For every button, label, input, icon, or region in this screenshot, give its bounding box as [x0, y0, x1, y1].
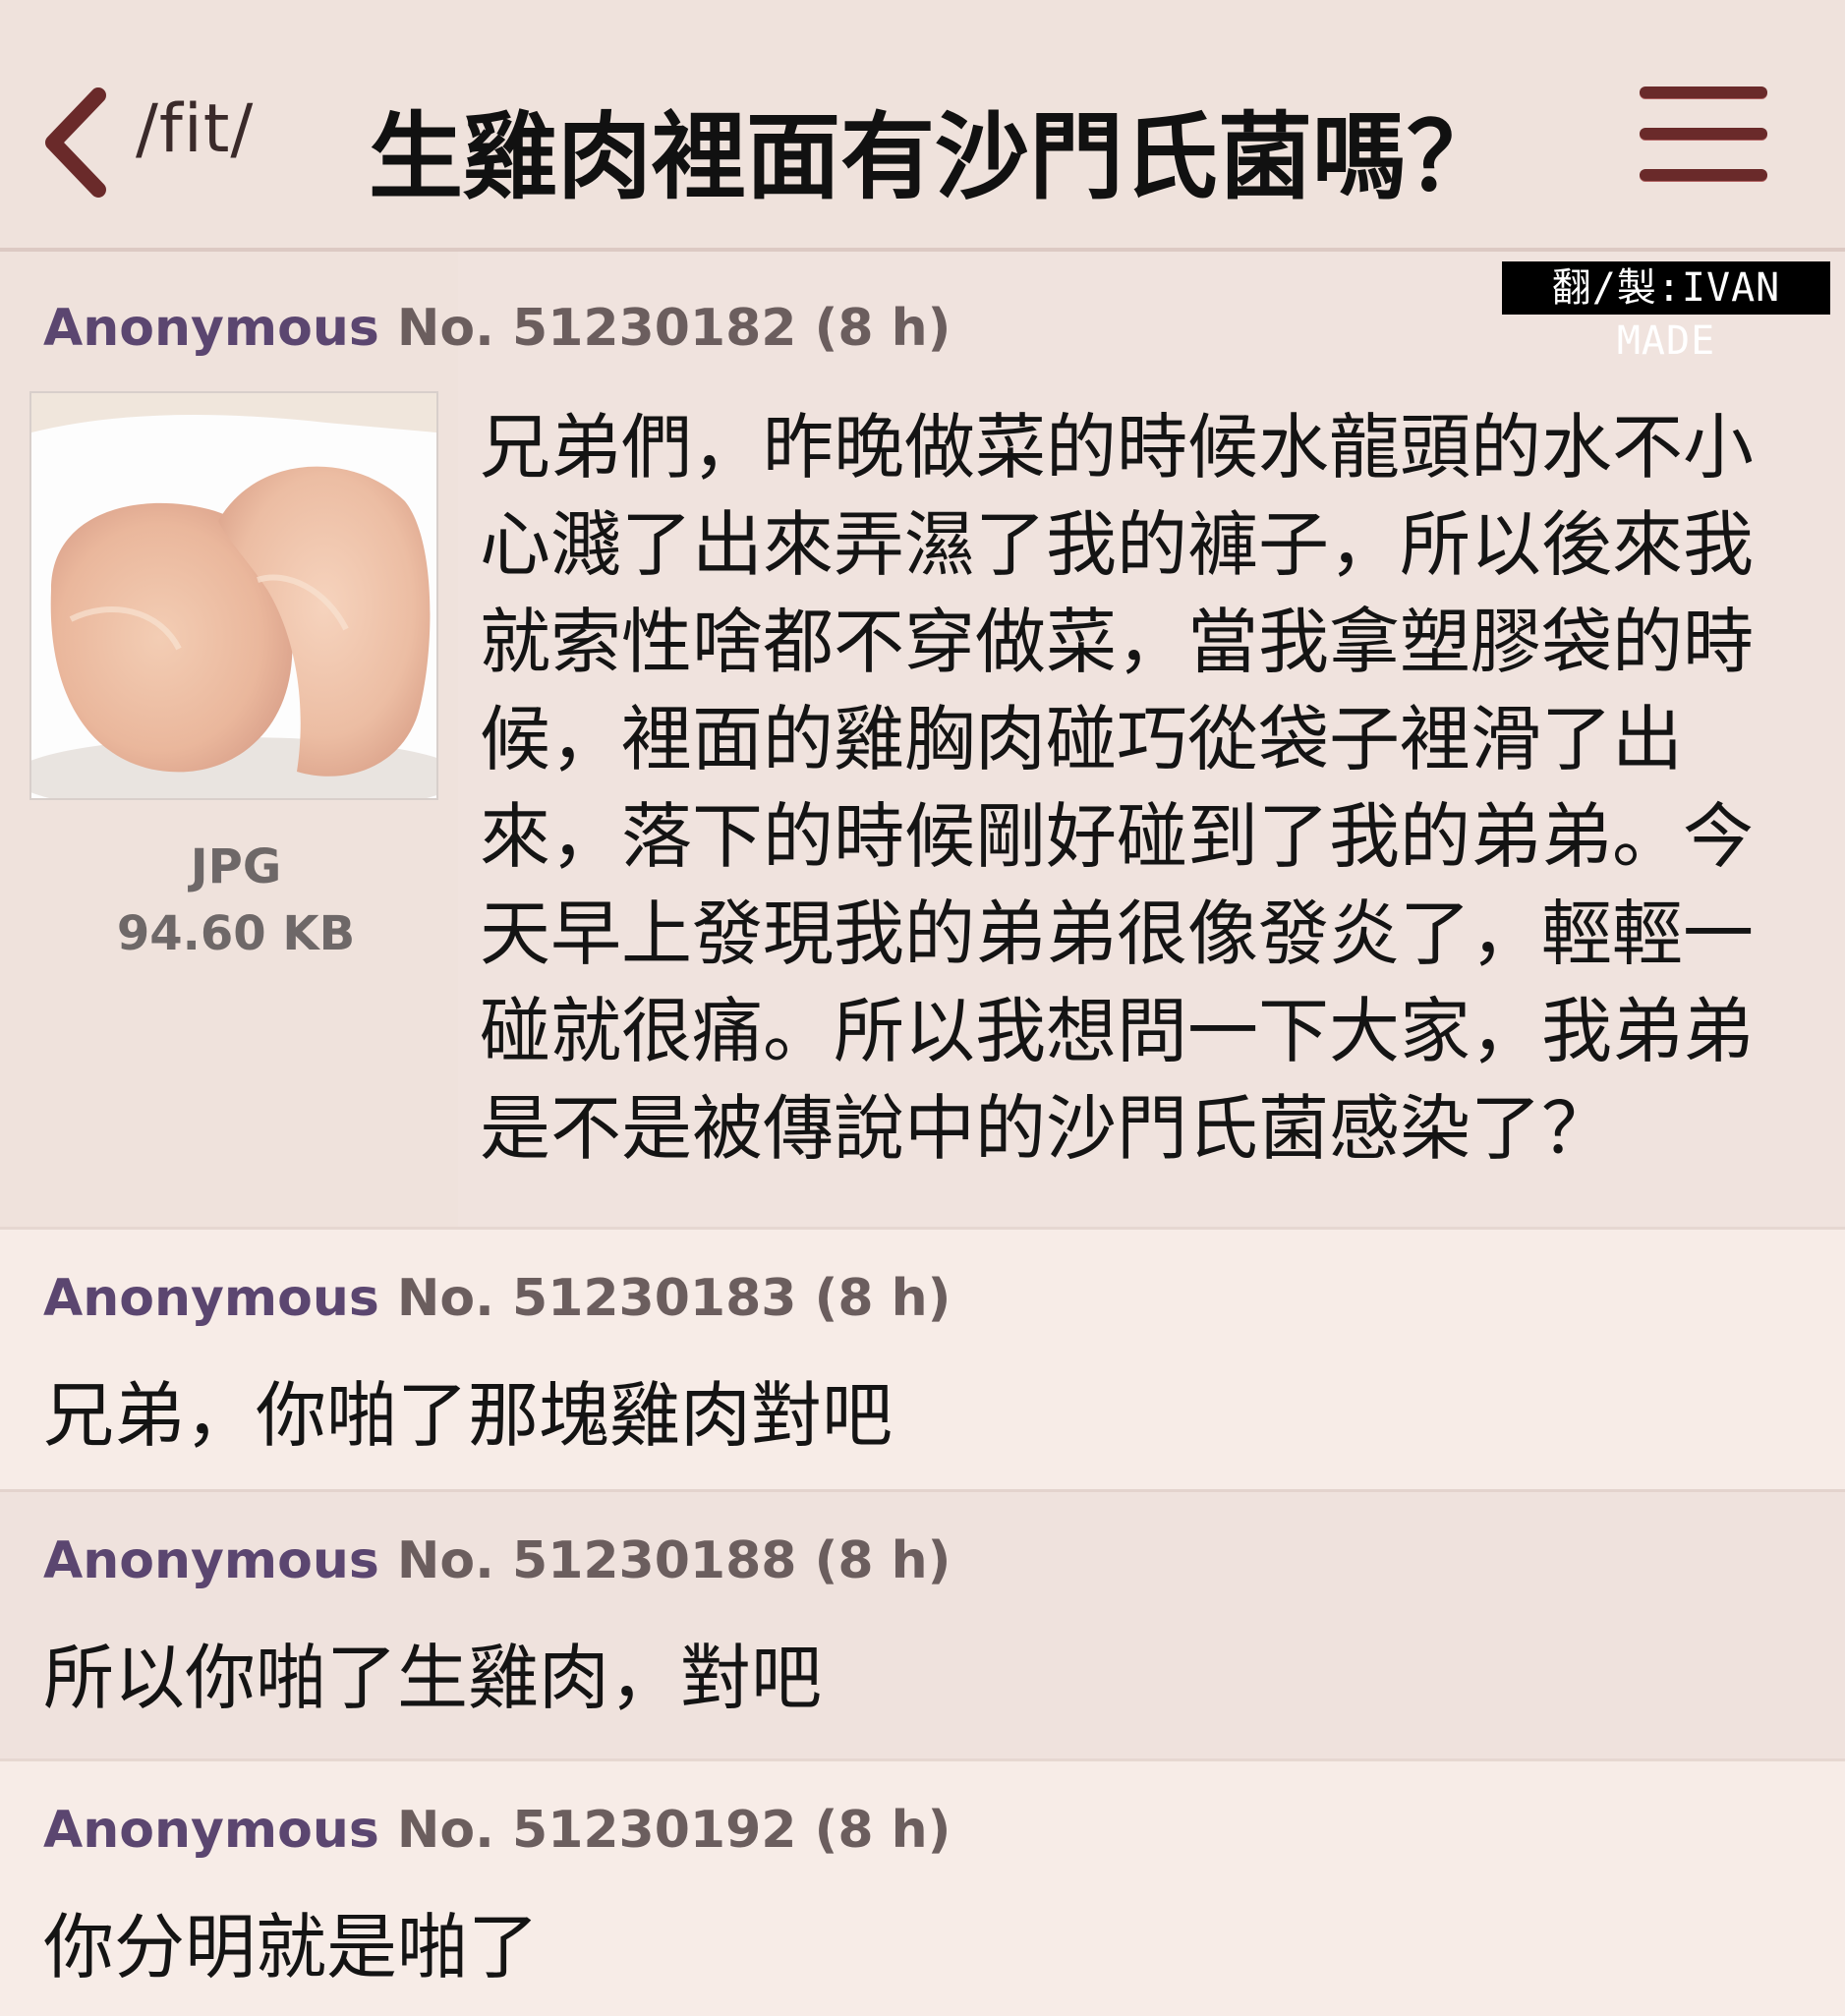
poster-name: Anonymous [43, 299, 379, 358]
hamburger-menu-icon[interactable] [1640, 86, 1767, 185]
post-meta: Anonymous No. 51230192 (8 h) [43, 1801, 951, 1860]
reply-comment: 所以你啪了生雞肉，對吧 [43, 1637, 823, 1719]
post-meta: Anonymous No. 51230182 (8 h) [43, 299, 951, 358]
post-thumbnail[interactable] [29, 391, 438, 800]
board-name[interactable]: /fit/ [136, 90, 254, 168]
top-bar: /fit/ 生雞肉裡面有沙門氏菌嗎？ [0, 0, 1845, 252]
poster-name: Anonymous [43, 1801, 379, 1860]
poster-name: Anonymous [43, 1531, 379, 1590]
file-type: JPG [190, 839, 282, 894]
translator-credit: 翻/製:IVAN MADE [1502, 261, 1830, 364]
reply-comment: 你分明就是啪了 [43, 1906, 540, 1988]
post-number[interactable]: No. 51230192 (8 h) [397, 1801, 951, 1860]
op-post: Anonymous No. 51230182 (8 h) JPG 94.60 K… [0, 252, 1845, 1227]
post-meta: Anonymous No. 51230183 (8 h) [43, 1269, 951, 1328]
reply-post: Anonymous No. 51230192 (8 h) 你分明就是啪了 [0, 1758, 1845, 2016]
reply-post: Anonymous No. 51230183 (8 h) 兄弟，你啪了那塊雞肉對… [0, 1227, 1845, 1489]
file-info: JPG 94.60 KB [29, 834, 442, 967]
op-comment: 兄弟們，昨晚做菜的時候水龍頭的水不小心濺了出來弄濕了我的褲子，所以後來我就索性啥… [480, 406, 1755, 1170]
thread-title: 生雞肉裡面有沙門氏菌嗎？ [369, 102, 1501, 212]
post-number[interactable]: No. 51230188 (8 h) [397, 1531, 951, 1590]
post-number[interactable]: No. 51230183 (8 h) [397, 1269, 951, 1328]
file-size: 94.60 KB [116, 906, 356, 961]
post-meta: Anonymous No. 51230188 (8 h) [43, 1531, 951, 1590]
post-number[interactable]: No. 51230182 (8 h) [397, 299, 951, 358]
reply-post: Anonymous No. 51230188 (8 h) 所以你啪了生雞肉，對吧 [0, 1489, 1845, 1758]
reply-comment: 兄弟，你啪了那塊雞肉對吧 [43, 1374, 894, 1457]
chevron-left-icon[interactable] [39, 84, 118, 202]
raw-chicken-image [31, 393, 436, 798]
poster-name: Anonymous [43, 1269, 379, 1328]
